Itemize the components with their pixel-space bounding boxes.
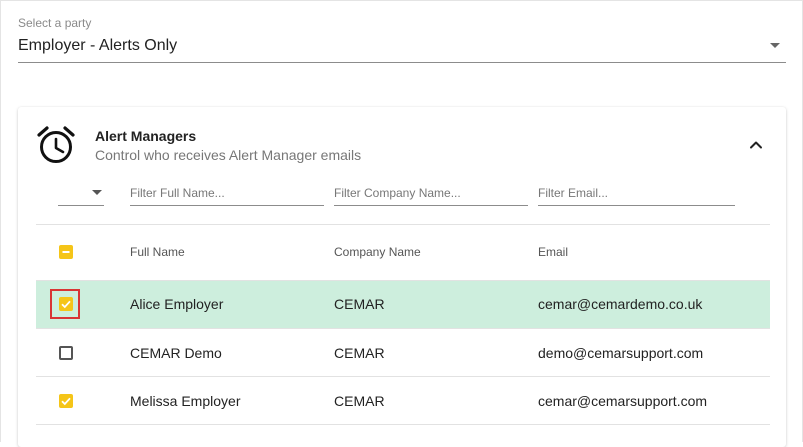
filter-company-name-input[interactable] [334, 181, 528, 206]
cell-email: cemar@cemarsupport.com [538, 393, 708, 409]
filter-full-name-input[interactable] [130, 181, 324, 206]
card-title: Alert Managers [95, 128, 197, 144]
cell-full-name: Alice Employer [130, 296, 224, 312]
cell-email: cemar@cemardemo.co.uk [538, 296, 703, 312]
focus-outline [50, 289, 80, 319]
cell-company-name: CEMAR [334, 345, 385, 361]
chevron-up-icon [750, 141, 762, 149]
row-checkbox-melissa-employer[interactable] [59, 394, 73, 408]
party-select-value[interactable]: Employer - Alerts Only [18, 37, 177, 55]
row-divider [36, 328, 770, 329]
cell-full-name: CEMAR Demo [130, 345, 222, 361]
selection-filter-dropdown[interactable] [58, 181, 104, 206]
row-checkbox-cemar-demo[interactable] [59, 346, 73, 360]
table-top-divider [36, 224, 770, 225]
dropdown-arrow-icon [770, 43, 780, 48]
cell-email: demo@cemarsupport.com [538, 345, 704, 361]
alert-managers-panel: Alert Managers Control who receives Aler… [18, 107, 786, 447]
row-divider [36, 376, 770, 377]
cell-company-name: CEMAR [334, 393, 385, 409]
column-header-company-name[interactable]: Company Name [334, 245, 421, 259]
cell-company-name: CEMAR [334, 296, 385, 312]
collapse-button[interactable] [744, 133, 768, 157]
cell-full-name: Melissa Employer [130, 393, 241, 409]
chevron-down-icon [92, 190, 102, 195]
select-all-checkbox[interactable] [59, 245, 73, 259]
party-select-label: Select a party [18, 16, 92, 30]
checkmark-icon [61, 397, 71, 406]
column-header-full-name[interactable]: Full Name [130, 245, 185, 259]
filter-email-input[interactable] [538, 181, 735, 206]
indeterminate-icon [62, 251, 70, 253]
column-header-email[interactable]: Email [538, 245, 568, 259]
row-divider [36, 424, 770, 425]
alarm-clock-icon [37, 126, 75, 163]
card-subtitle: Control who receives Alert Manager email… [95, 147, 362, 163]
